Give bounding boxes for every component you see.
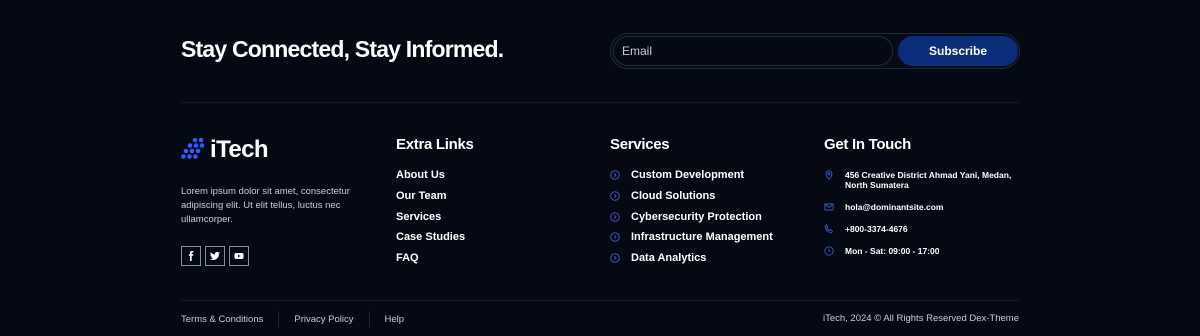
contact-email[interactable]: hola@dominantsite.com xyxy=(824,202,1023,224)
subscribe-button[interactable]: Subscribe xyxy=(898,36,1018,66)
chevron-circle-icon xyxy=(610,253,620,263)
contact-list: 456 Creative District Ahmad Yani, Medan,… xyxy=(824,170,1023,268)
contact-address-text: 456 Creative District Ahmad Yani, Medan,… xyxy=(845,170,1012,190)
service-label: Cybersecurity Protection xyxy=(631,210,762,223)
contact-phone-text: +800-3374-4676 xyxy=(845,224,908,234)
newsletter-title: Stay Connected, Stay Informed. xyxy=(181,36,504,62)
site-footer: Stay Connected, Stay Informed. Subscribe… xyxy=(0,0,1200,336)
extra-links-title: Extra Links xyxy=(396,136,474,153)
privacy-link[interactable]: Privacy Policy xyxy=(294,314,353,325)
service-item[interactable]: Cloud Solutions xyxy=(610,186,773,207)
newsletter-form: Subscribe xyxy=(610,33,1020,69)
separator xyxy=(278,311,280,327)
service-item[interactable]: Custom Development xyxy=(610,165,773,186)
divider xyxy=(181,102,1020,103)
help-link[interactable]: Help xyxy=(385,314,405,325)
service-label: Data Analytics xyxy=(631,252,707,265)
extra-link-case-studies[interactable]: Case Studies xyxy=(396,227,465,248)
extra-links-list: About Us Our Team Services Case Studies … xyxy=(396,165,465,268)
service-item[interactable]: Cybersecurity Protection xyxy=(610,206,773,227)
chevron-circle-icon xyxy=(610,232,620,243)
service-item[interactable]: Infrastructure Management xyxy=(610,227,773,248)
contact-title: Get In Touch xyxy=(824,136,911,153)
service-label: Custom Development xyxy=(631,169,745,182)
service-label: Cloud Solutions xyxy=(631,190,716,203)
map-pin-icon xyxy=(825,170,833,180)
email-input[interactable] xyxy=(613,36,893,66)
services-list: Custom Development Cloud Solutions Cyber… xyxy=(610,165,773,268)
extra-link-services[interactable]: Services xyxy=(396,206,465,227)
social-links xyxy=(181,246,249,266)
brand-description: Lorem ipsum dolor sit amet, consectetur … xyxy=(181,186,350,225)
phone-icon xyxy=(824,224,833,234)
services-title: Services xyxy=(610,136,670,153)
twitter-icon xyxy=(210,252,220,260)
legal-links: Terms & Conditions Privacy Policy Help xyxy=(181,310,404,328)
clock-icon xyxy=(824,246,834,256)
copyright-text: iTech, 2024 © All Rights Reserved Dex-Th… xyxy=(822,313,1019,324)
brand-logo[interactable]: iTech xyxy=(181,136,269,164)
chevron-circle-icon xyxy=(610,211,620,222)
terms-link[interactable]: Terms & Conditions xyxy=(181,314,263,325)
facebook-link[interactable] xyxy=(181,246,201,266)
separator xyxy=(368,311,370,327)
facebook-icon xyxy=(188,251,194,261)
contact-address: 456 Creative District Ahmad Yani, Medan,… xyxy=(824,170,1023,202)
brand-name: iTech xyxy=(210,136,269,163)
chevron-circle-icon xyxy=(610,191,620,201)
service-label: Infrastructure Management xyxy=(631,231,773,244)
extra-link-team[interactable]: Our Team xyxy=(396,186,465,207)
youtube-icon xyxy=(234,253,244,259)
service-item[interactable]: Data Analytics xyxy=(610,248,773,269)
chevron-circle-icon xyxy=(610,170,620,181)
itech-logo-icon xyxy=(181,137,205,159)
contact-phone[interactable]: +800-3374-4676 xyxy=(824,224,1023,246)
divider xyxy=(181,300,1020,301)
twitter-link[interactable] xyxy=(205,246,225,266)
contact-hours-text: Mon - Sat: 09:00 - 17:00 xyxy=(845,246,940,256)
youtube-link[interactable] xyxy=(229,246,249,266)
extra-link-faq[interactable]: FAQ xyxy=(396,248,465,269)
contact-hours: Mon - Sat: 09:00 - 17:00 xyxy=(824,246,1023,268)
extra-link-about[interactable]: About Us xyxy=(396,165,465,186)
mail-icon xyxy=(824,203,834,211)
contact-email-text: hola@dominantsite.com xyxy=(845,202,944,212)
